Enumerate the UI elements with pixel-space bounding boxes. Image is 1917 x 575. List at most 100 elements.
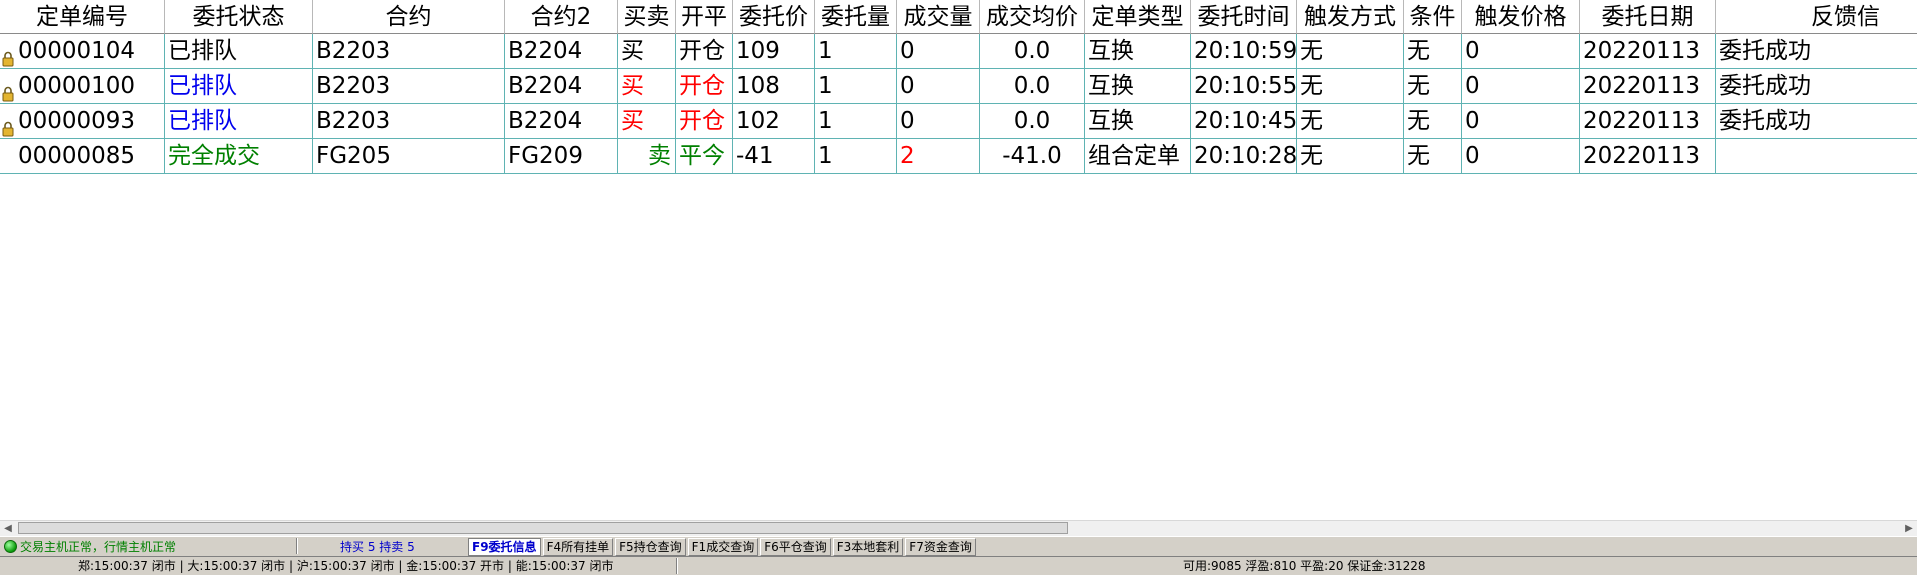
cell-text: 109 [736, 38, 780, 64]
column-header-feedback[interactable]: 反馈信 [1716, 0, 1917, 34]
column-header-qty[interactable]: 委托量 [815, 0, 897, 34]
scroll-right-arrow-icon[interactable]: ▶ [1901, 521, 1917, 536]
cell-status: 已排队 [165, 104, 313, 139]
cell-contract2: B2204 [505, 69, 618, 104]
column-header-date[interactable]: 委托日期 [1580, 0, 1716, 34]
tab-5[interactable]: F6平仓查询 [760, 538, 831, 556]
cell-text: FG209 [508, 143, 583, 169]
lock-icon [2, 78, 14, 102]
cell-qty: 1 [815, 139, 897, 174]
cell-text: 0 [1465, 38, 1480, 64]
column-header-trigger-mode[interactable]: 触发方式 [1297, 0, 1404, 34]
cell-feedback: 委托成功 [1716, 69, 1917, 104]
cell-text: 20:10:28 [1194, 143, 1297, 169]
cell-date: 20220113 [1580, 34, 1716, 69]
cell-text: 0.0 [1013, 73, 1051, 99]
cell-text: 0 [900, 38, 915, 64]
cell-text: 0.0 [1013, 38, 1051, 64]
column-header-open-close[interactable]: 开平 [676, 0, 733, 34]
cell-filled-qty: 0 [897, 34, 980, 69]
cell-qty: 1 [815, 104, 897, 139]
cell-trigger-mode: 无 [1297, 139, 1404, 174]
cell-trigger-price: 0 [1462, 69, 1580, 104]
scroll-left-arrow-icon[interactable]: ◀ [0, 521, 16, 536]
column-header-contract[interactable]: 合约 [313, 0, 505, 34]
cell-contract2: B2204 [505, 104, 618, 139]
connection-status: 交易主机正常，行情主机正常 [4, 539, 176, 555]
cell-text: 买 [621, 38, 644, 64]
column-header-price[interactable]: 委托价 [733, 0, 815, 34]
cell-text: 组合定单 [1088, 143, 1180, 169]
cell-trigger-price: 0 [1462, 104, 1580, 139]
cell-text: 无 [1407, 38, 1430, 64]
table-row[interactable]: 00000104 已排队 B2203 B2204 买 开仓 109 1 0 0.0 互换 20:10:… [0, 34, 1917, 69]
table-row[interactable]: 00000100 已排队 B2203 B2204 买 开仓 108 1 0 0.0 互换 20:10:… [0, 69, 1917, 104]
cell-filled-qty: 0 [897, 104, 980, 139]
cell-filled-qty: 0 [897, 69, 980, 104]
column-header-order-type[interactable]: 定单类型 [1085, 0, 1191, 34]
lock-icon [2, 43, 14, 67]
cell-text: 委托成功 [1719, 108, 1811, 134]
order-grid: 定单编号 委托状态 合约 合约2 买卖 开平 委托价 委托量 成交量 成交均价 定单类型 委托时间 触发… [0, 0, 1917, 520]
cell-time: 20:10:28 [1191, 139, 1297, 174]
cell-text: 开仓 [679, 73, 725, 99]
table-row[interactable]: 00000093 已排队 B2203 B2204 买 开仓 102 1 0 0.0 互换 20:10:… [0, 104, 1917, 139]
tab-6[interactable]: F3本地套利 [832, 538, 904, 556]
cell-text: 0 [1465, 108, 1480, 134]
cell-text: 1 [818, 73, 833, 99]
tab-7[interactable]: F7资金查询 [905, 538, 976, 556]
cell-text: 开仓 [679, 38, 725, 64]
cell-text: B2203 [316, 108, 391, 134]
column-header-trigger-price[interactable]: 触发价格 [1462, 0, 1580, 34]
cell-side: 买 [618, 69, 676, 104]
tab-2[interactable]: F4所有挂单 [542, 538, 614, 556]
cell-condition: 无 [1404, 69, 1462, 104]
cell-text: 互换 [1088, 108, 1134, 134]
info-divider [676, 558, 677, 574]
table-row[interactable]: 00000085 完全成交 FG205 FG209 卖平今 -41 1 2 -41.0 组合定单 2… [0, 139, 1917, 174]
cell-condition: 无 [1404, 104, 1462, 139]
cell-text: 委托成功 [1719, 73, 1811, 99]
cell-contract2: B2204 [505, 34, 618, 69]
tab-1[interactable]: F9委托信息 [468, 538, 541, 556]
cell-text: 00000085 [18, 143, 136, 169]
column-header-avg-price[interactable]: 成交均价 [980, 0, 1085, 34]
cell-text: 20220113 [1583, 73, 1701, 99]
cell-open-close: 开仓 [676, 69, 733, 104]
cell-text: 平今 [679, 143, 725, 169]
column-header-side[interactable]: 买卖 [618, 0, 676, 34]
cell-trigger-mode: 无 [1297, 69, 1404, 104]
column-header-filled-qty[interactable]: 成交量 [897, 0, 980, 34]
cell-open-close: 开仓 [676, 34, 733, 69]
cell-condition: 无 [1404, 34, 1462, 69]
cell-text: B2203 [316, 38, 391, 64]
cell-text: 1 [818, 38, 833, 64]
cell-text: FG205 [316, 143, 391, 169]
cell-text: 买 [621, 73, 644, 99]
cell-text: 20220113 [1583, 38, 1701, 64]
cell-side: 卖 [618, 139, 676, 174]
column-header-contract2[interactable]: 合约2 [505, 0, 618, 34]
cell-text: 0 [900, 73, 915, 99]
column-header-status[interactable]: 委托状态 [165, 0, 313, 34]
cell-contract: B2203 [313, 34, 505, 69]
scrollbar-thumb[interactable] [18, 522, 1068, 534]
cell-text: 已排队 [168, 38, 237, 64]
column-header-time[interactable]: 委托时间 [1191, 0, 1297, 34]
cell-status: 已排队 [165, 69, 313, 104]
cell-text: 20:10:59 [1194, 38, 1297, 64]
cell-text: 20220113 [1583, 143, 1701, 169]
cell-price: 109 [733, 34, 815, 69]
tab-4[interactable]: F1成交查询 [687, 538, 759, 556]
cell-qty: 1 [815, 69, 897, 104]
market-session-status: 郑:15:00:37 闭市 | 大:15:00:37 闭市 | 沪:15:00:… [78, 559, 614, 573]
cell-feedback: 委托成功 [1716, 104, 1917, 139]
cell-text: 00000093 [18, 108, 136, 134]
cell-time: 20:10:45 [1191, 104, 1297, 139]
cell-contract: FG205 [313, 139, 505, 174]
cell-text: 无 [1407, 73, 1430, 99]
horizontal-scrollbar[interactable]: ◀ ▶ [0, 520, 1917, 536]
tab-3[interactable]: F5持仓查询 [615, 538, 686, 556]
column-header-order-no[interactable]: 定单编号 [0, 0, 165, 34]
column-header-condition[interactable]: 条件 [1404, 0, 1462, 34]
